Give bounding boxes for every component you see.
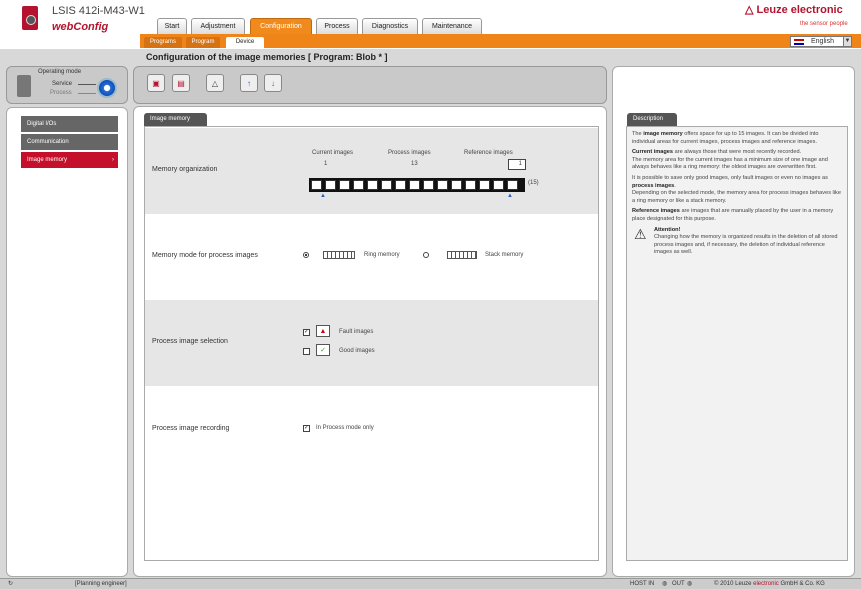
memory-mode-label: Memory mode for process images	[152, 252, 258, 259]
good-image-icon: ✓	[316, 344, 330, 356]
tab-image-memory[interactable]: Image memory	[144, 113, 207, 126]
subtab-program[interactable]: Program	[186, 37, 220, 48]
operating-mode-title: Operating mode	[38, 69, 82, 75]
mode-service-label: Service	[52, 81, 73, 87]
process-mode-only-checkbox[interactable]: ✓	[303, 425, 310, 432]
attention-text: Changing how the memory is organized res…	[654, 234, 838, 256]
mode-line-process	[78, 93, 96, 94]
good-images-label: Good images	[339, 348, 375, 354]
memory-cell	[437, 180, 448, 190]
nav-item-digital-ios[interactable]: Digital I/Os	[21, 116, 118, 132]
stack-memory-icon	[447, 251, 477, 259]
memory-cell	[367, 180, 378, 190]
current-images-label: Current images	[312, 150, 354, 156]
brand-logo: △ Leuze electronic	[745, 4, 843, 16]
refresh-icon[interactable]: ↻	[8, 579, 13, 590]
fault-image-icon: ▲	[316, 325, 330, 337]
copyright: © 2010 Leuze electronic GmbH & Co. KG	[714, 581, 825, 587]
good-images-checkbox[interactable]	[303, 348, 310, 355]
subtab-programs[interactable]: Programs	[144, 37, 182, 48]
device-to-pc-icon[interactable]: ▣	[147, 74, 165, 92]
memory-cell	[353, 180, 364, 190]
mode-switch[interactable]	[97, 78, 117, 98]
tab-start[interactable]: Start	[157, 18, 187, 34]
page-title: Configuration of the image memories [ Pr…	[146, 52, 388, 62]
chevron-right-icon: ›	[112, 157, 114, 163]
reference-images-label: Reference images	[464, 150, 513, 156]
upload-icon[interactable]: ↑	[240, 74, 258, 92]
reference-marker-icon[interactable]: ▲	[507, 193, 513, 199]
pc-to-device-icon[interactable]: ▤	[172, 74, 190, 92]
download-icon[interactable]: ↓	[264, 74, 282, 92]
status-bar: ↻ [Planning engineer] HOST IN ◍ OUT ◍ © …	[0, 578, 861, 589]
image-selection-label: Process image selection	[152, 338, 228, 345]
reference-images-input[interactable]: 1	[508, 159, 526, 170]
ring-memory-radio[interactable]	[303, 252, 309, 258]
user-role: [Planning engineer]	[75, 581, 127, 587]
nav-item-communication[interactable]: Communication	[21, 134, 118, 150]
memory-cell	[381, 180, 392, 190]
stack-memory-label: Stack memory	[485, 252, 524, 258]
tab-process[interactable]: Process	[316, 18, 358, 34]
ring-memory-icon	[323, 251, 355, 259]
mode-line-service	[78, 84, 96, 85]
connection-in-icon: ◍	[662, 581, 668, 587]
fault-images-label: Fault images	[339, 329, 374, 335]
camera-logo-icon	[22, 6, 38, 30]
process-images-value: 13	[411, 161, 418, 167]
attention-title: Attention!	[654, 226, 681, 233]
nav-item-label: Image memory	[27, 157, 68, 163]
memory-cell	[325, 180, 336, 190]
memory-cell	[479, 180, 490, 190]
app-name: webConfig	[52, 21, 109, 33]
memory-cell	[311, 180, 322, 190]
memory-cell	[409, 180, 420, 190]
ring-memory-label: Ring memory	[364, 252, 400, 258]
tab-configuration[interactable]: Configuration	[250, 18, 312, 34]
memory-cell	[465, 180, 476, 190]
device-icon	[17, 75, 31, 97]
host-in-label: HOST IN	[630, 581, 655, 587]
brand-tagline: the sensor people	[800, 21, 848, 27]
nav-item-image-memory[interactable]: Image memory ›	[21, 152, 118, 168]
fault-images-checkbox[interactable]: ✓	[303, 329, 310, 336]
chevron-down-icon[interactable]: ▼	[843, 37, 851, 46]
brand-name: Leuze electronic	[756, 4, 843, 16]
memory-total: (15)	[528, 180, 539, 186]
description-text: The image memory offers space for up to …	[626, 126, 848, 561]
current-marker-icon[interactable]: ▲	[320, 193, 326, 199]
device-name: LSIS 412i-M43-W1	[52, 5, 145, 17]
stack-memory-radio[interactable]	[423, 252, 429, 258]
out-label: OUT	[672, 581, 685, 587]
image-recording-label: Process image recording	[152, 425, 230, 432]
mode-process-label: Process	[50, 90, 72, 96]
tab-adjustment[interactable]: Adjustment	[191, 18, 245, 34]
process-images-label: Process images	[388, 150, 431, 156]
tab-diagnostics[interactable]: Diagnostics	[362, 18, 418, 34]
subtab-device[interactable]: Device	[226, 37, 264, 48]
process-mode-only-label: In Process mode only	[316, 425, 374, 431]
memory-cell	[493, 180, 504, 190]
memory-cell	[395, 180, 406, 190]
warning-icon[interactable]: △	[206, 74, 224, 92]
memory-cell	[423, 180, 434, 190]
toolbar	[133, 66, 607, 104]
memory-cell	[507, 180, 518, 190]
memory-cell	[339, 180, 350, 190]
connection-out-icon: ◍	[687, 581, 693, 587]
memory-organization-label: Memory organization	[152, 166, 218, 173]
tab-description[interactable]: Description	[627, 113, 677, 126]
memory-cell	[451, 180, 462, 190]
current-images-value: 1	[324, 161, 328, 167]
tab-maintenance[interactable]: Maintenance	[422, 18, 482, 34]
warning-icon: ⚠	[634, 225, 647, 242]
left-navigation	[6, 107, 128, 577]
